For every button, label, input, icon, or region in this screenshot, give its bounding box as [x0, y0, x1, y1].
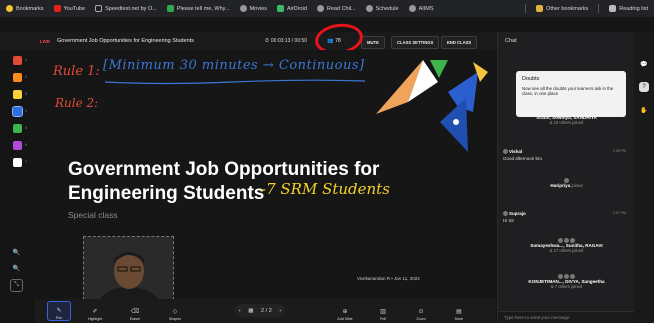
- rule1-underline: [104, 79, 366, 85]
- class-topbar: LIVE Government Job Opportunities for En…: [0, 32, 497, 50]
- highlight-tool-button[interactable]: ✐ Highlight: [83, 301, 107, 321]
- right-rail: 💬 ? ✋: [634, 32, 654, 323]
- bookmark-page[interactable]: Please tell me, Why...: [166, 5, 230, 12]
- color-swatch-yellow[interactable]: [13, 90, 22, 99]
- mute-button[interactable]: MUTE: [361, 36, 385, 49]
- globe-icon: [316, 5, 324, 12]
- eraser-tool-button[interactable]: ⌫ Eraser: [123, 301, 147, 321]
- chat-message: Vishal 2:58 PM Good afternoon bro: [503, 149, 626, 162]
- more-button[interactable]: ▤ More: [447, 301, 471, 321]
- page-indicator: 2 / 2: [261, 307, 272, 314]
- plus-icon: ⊕: [342, 309, 348, 315]
- highlighter-icon: ✐: [92, 309, 98, 315]
- page-icon: [166, 5, 174, 12]
- class-timer: ⏱ 00:03:13 / 00:50: [265, 38, 308, 44]
- page-grid-icon[interactable]: ▦: [248, 308, 253, 314]
- zoom-out-icon[interactable]: 🔍: [10, 262, 23, 275]
- join-notice: KONJETIMAN..., DIVYA, Sangeetha & 7 othe…: [498, 274, 635, 289]
- bookmark-speedtest[interactable]: Speedtest.net by O...: [95, 5, 157, 12]
- bottom-toolbar: ✎ Pen ✐ Highlight ⌫ Eraser ◇ Shapes ‹ ▦ 2 / …: [35, 299, 496, 323]
- clock-icon: ⏱: [265, 38, 269, 44]
- class-title: Government Job Opportunities for Enginee…: [57, 38, 194, 44]
- chat-message: Suprajo 2:57 PM Hi Sir: [503, 211, 626, 224]
- end-class-button[interactable]: END CLASS: [441, 36, 478, 49]
- handwritten-note: -7 SRM Students: [261, 180, 390, 198]
- folder-icon: [536, 5, 544, 12]
- pen-icon: ✎: [56, 308, 62, 314]
- globe-icon: [365, 5, 373, 12]
- join-notice: Haripriya joined: [498, 178, 635, 188]
- bookmark-schedule[interactable]: Schedule: [365, 5, 399, 12]
- slide-subtitle: Special class: [68, 210, 118, 220]
- whiteboard[interactable]: Rule 1: [Minimum 30 minutes → Continuous…: [35, 50, 496, 314]
- star-icon: [6, 5, 13, 12]
- zoom-in-icon[interactable]: 🔍: [10, 246, 23, 259]
- zoom-icon: ⊙: [418, 309, 424, 315]
- shapes-tool-button[interactable]: ◇ Shapes: [163, 301, 187, 321]
- bookmarks-separator: [525, 4, 527, 13]
- chat-message-input[interactable]: Type here to send your message: [498, 311, 635, 323]
- rule1-label: Rule 1:: [53, 64, 100, 79]
- tooltip-text: Now see all the doubts your learners ask…: [522, 86, 614, 96]
- rule2-label: Rule 2:: [55, 96, 99, 110]
- fit-screen-icon[interactable]: ⤡: [10, 279, 23, 292]
- chat-bubble-icon[interactable]: 💬: [639, 59, 649, 69]
- bookmark-bookmarks[interactable]: Bookmarks: [6, 5, 44, 12]
- bookmark-youtube[interactable]: YouTube: [53, 5, 85, 12]
- speedtest-icon: [95, 5, 103, 12]
- doubts-icon[interactable]: ?: [639, 82, 649, 92]
- bookmarks-separator: [598, 4, 600, 13]
- join-notice: Somayeshwa..., Sunitha, RAGAVI & 17 othe…: [498, 238, 635, 253]
- zoom-button[interactable]: ⊙ Zoom: [409, 301, 433, 321]
- live-class-app: LIVE Government Job Opportunities for En…: [0, 17, 654, 323]
- add-slide-button[interactable]: ⊕ Add Slide: [333, 301, 357, 321]
- bookmark-aiims[interactable]: AIIMS: [408, 5, 434, 12]
- color-swatch-purple[interactable]: [13, 141, 22, 150]
- bookmarks-bar: Bookmarks YouTube Speedtest.net by O... …: [0, 0, 654, 17]
- reading-list-icon: [609, 5, 617, 12]
- presenter-info: Vivekanandan R • Jan 11, 2022: [357, 276, 420, 281]
- poll-button[interactable]: ▥ Poll: [371, 301, 395, 321]
- more-icon: ▤: [456, 309, 462, 315]
- shapes-icon: ◇: [172, 309, 178, 315]
- decorative-shapes: [376, 60, 488, 152]
- hand-raise-icon[interactable]: ✋: [639, 105, 649, 115]
- class-settings-button[interactable]: CLASS SETTINGS: [391, 36, 440, 49]
- poll-icon: ▥: [380, 309, 386, 315]
- bookmark-movies[interactable]: Movies: [239, 5, 267, 12]
- color-swatch-white[interactable]: [13, 158, 22, 167]
- color-swatch-green[interactable]: [13, 124, 22, 133]
- rule1-text: [Minimum 30 minutes → Continuous]: [103, 58, 365, 73]
- live-badge: LIVE: [40, 38, 51, 44]
- eraser-icon: ⌫: [130, 309, 140, 315]
- bookmark-readchil[interactable]: Read Chil...: [316, 5, 356, 12]
- tooltip-title: Doubts: [522, 76, 540, 82]
- next-page-icon[interactable]: ›: [279, 308, 281, 314]
- airdroid-icon: [277, 5, 285, 12]
- left-toolbar: 1 2 3 4 5 6 7 🔍 🔍 ⤡: [0, 50, 35, 323]
- page-navigator: ‹ ▦ 2 / 2 ›: [235, 304, 285, 317]
- doubts-tooltip: Doubts Now see all the doubts your learn…: [516, 71, 626, 117]
- prev-page-icon[interactable]: ‹: [239, 308, 241, 314]
- color-swatch-orange[interactable]: [13, 73, 22, 82]
- bookmark-airdroid[interactable]: AirDroid: [277, 5, 307, 12]
- color-swatch-red[interactable]: [13, 56, 22, 65]
- youtube-icon: [53, 5, 61, 12]
- color-swatch-blue[interactable]: [12, 106, 23, 117]
- other-bookmarks[interactable]: Other bookmarks: [536, 5, 588, 12]
- chat-title: Chat: [505, 38, 517, 44]
- reading-list[interactable]: Reading list: [609, 5, 648, 12]
- globe-icon: [239, 5, 247, 12]
- pen-tool-button[interactable]: ✎ Pen: [47, 301, 71, 321]
- globe-icon: [408, 5, 416, 12]
